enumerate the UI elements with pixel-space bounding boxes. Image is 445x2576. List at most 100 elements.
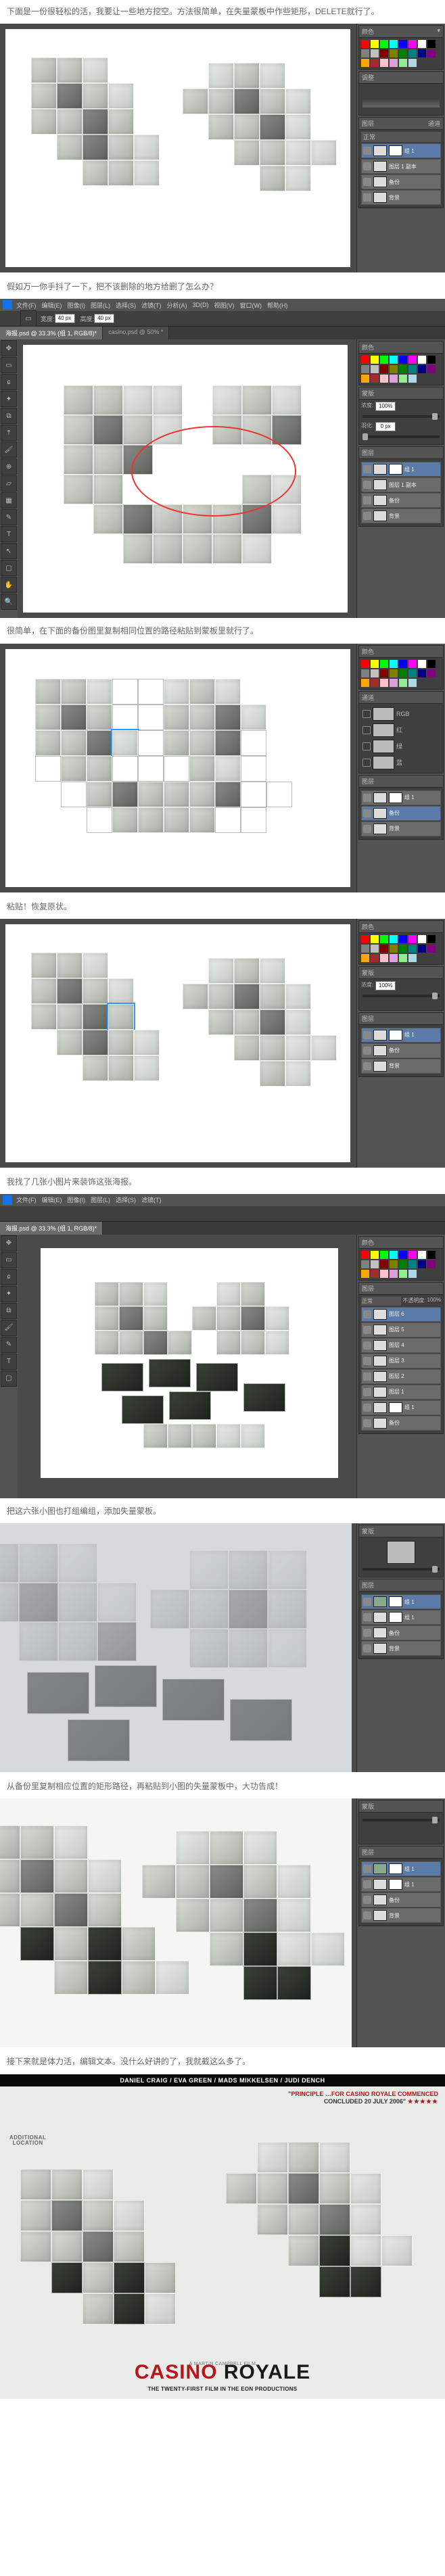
color-swatch[interactable] (427, 935, 436, 943)
layer-row[interactable]: 背景 (361, 1908, 441, 1923)
menu-item[interactable]: 分析(A) (167, 301, 187, 310)
color-swatch[interactable] (380, 945, 388, 953)
color-swatch[interactable] (427, 1260, 436, 1268)
panel-tab[interactable]: 图层 (362, 1014, 374, 1023)
color-swatch[interactable] (390, 1260, 398, 1268)
color-swatch[interactable] (380, 660, 388, 668)
color-swatch[interactable] (399, 935, 407, 943)
feather-input[interactable]: 0 px (375, 422, 396, 431)
menu-item[interactable]: 编辑(E) (42, 301, 62, 310)
blend-mode[interactable]: 正常 (361, 132, 441, 142)
layer-row[interactable]: 备份 (361, 493, 441, 508)
menu-item[interactable]: 滤镜(T) (141, 301, 162, 310)
color-swatch[interactable] (408, 1270, 417, 1278)
layer-row[interactable]: 备份 (361, 1416, 441, 1431)
color-swatch[interactable] (390, 356, 398, 364)
layer-row[interactable]: 组 1 (361, 1610, 441, 1625)
color-swatch[interactable] (361, 935, 369, 943)
color-swatch[interactable] (408, 375, 417, 383)
color-swatch[interactable] (390, 954, 398, 962)
color-swatch[interactable] (418, 1260, 426, 1268)
crop-tool-icon[interactable]: ⧉ (1, 408, 17, 424)
layer-row[interactable]: 图层 4 (361, 1338, 441, 1353)
color-swatch[interactable] (408, 669, 417, 677)
stamp-tool-icon[interactable]: ⊕ (1, 458, 17, 475)
move-tool-icon[interactable]: ✥ (1, 1235, 17, 1251)
color-swatch[interactable] (380, 40, 388, 48)
color-swatch[interactable] (361, 1251, 369, 1259)
layer-row[interactable]: 图层 5 (361, 1322, 441, 1337)
color-swatch[interactable] (371, 945, 379, 953)
channel-rgb[interactable]: RGB (361, 706, 441, 722)
color-swatch[interactable] (371, 1270, 379, 1278)
zoom-tool-icon[interactable]: 🔍 (1, 594, 17, 610)
height-input[interactable]: 40 px (94, 314, 114, 323)
color-swatch[interactable] (427, 669, 436, 677)
channel-blue[interactable]: 蓝 (361, 755, 441, 771)
visibility-icon[interactable] (363, 147, 371, 155)
panel-tab[interactable]: 通道 (362, 693, 374, 702)
color-swatch[interactable] (361, 660, 369, 668)
color-swatch[interactable] (371, 40, 379, 48)
menu-item[interactable]: 图像(I) (68, 301, 86, 310)
panel-tab[interactable]: 颜色 (362, 343, 374, 352)
layer-row[interactable]: 图层 6 (361, 1307, 441, 1322)
panel-tab[interactable]: 图层 (362, 119, 374, 128)
color-swatch[interactable] (399, 945, 407, 953)
color-swatch[interactable] (399, 1270, 407, 1278)
color-swatch[interactable] (390, 1270, 398, 1278)
color-swatch[interactable] (371, 660, 379, 668)
color-swatch[interactable] (390, 1251, 398, 1259)
layer-row[interactable]: 背景 (361, 190, 441, 205)
layer-row[interactable]: 组 1 (361, 1877, 441, 1892)
color-swatch[interactable] (380, 1270, 388, 1278)
color-swatch[interactable] (380, 1251, 388, 1259)
color-swatch[interactable] (399, 59, 407, 67)
panel-tab[interactable]: 图层 (362, 777, 374, 786)
panel-tab[interactable]: 颜色 (362, 1238, 374, 1247)
menu-item[interactable]: 图层(L) (91, 1195, 110, 1204)
color-swatch[interactable] (390, 660, 398, 668)
color-swatch[interactable] (361, 1260, 369, 1268)
color-swatch[interactable] (418, 40, 426, 48)
brush-tool-icon[interactable]: 🖌 (1, 442, 17, 458)
panel-tab[interactable]: 图层 (362, 1848, 374, 1857)
type-tool-icon[interactable]: T (1, 526, 17, 542)
visibility-icon[interactable] (363, 178, 371, 186)
color-swatch[interactable] (427, 945, 436, 953)
layer-row[interactable]: 图层 2 (361, 1369, 441, 1384)
layer-row[interactable]: 备份 (361, 806, 441, 821)
menu-item[interactable]: 图像(I) (68, 1195, 86, 1204)
layer-row[interactable]: 背景 (361, 1641, 441, 1656)
menu-item[interactable]: 文件(F) (16, 1195, 37, 1204)
channel-green[interactable]: 绿 (361, 738, 441, 755)
color-swatch[interactable] (418, 1251, 426, 1259)
color-swatch[interactable] (399, 1260, 407, 1268)
tool-preset[interactable]: ▭ (20, 310, 37, 327)
layer-row[interactable]: 组 1 (361, 1861, 441, 1876)
color-swatch[interactable] (408, 365, 417, 373)
color-swatch[interactable] (390, 935, 398, 943)
layer-row[interactable]: 背景 (361, 821, 441, 836)
visibility-icon[interactable] (363, 162, 371, 170)
color-swatch[interactable] (399, 365, 407, 373)
color-swatch[interactable] (408, 1260, 417, 1268)
layer-row[interactable]: 备份 (361, 174, 441, 189)
layer-row[interactable]: 备份 (361, 1043, 441, 1058)
panel-tab[interactable]: 通道 (428, 119, 440, 128)
color-swatch[interactable] (361, 40, 369, 48)
color-swatch[interactable] (408, 935, 417, 943)
layer-row[interactable]: 图层 1 副本 (361, 159, 441, 174)
menu-item[interactable]: 选择(S) (116, 301, 136, 310)
layer-row[interactable]: 图层 1 (361, 1385, 441, 1400)
layer-row[interactable]: 组 1 (361, 790, 441, 805)
wand-tool-icon[interactable]: ✦ (1, 391, 17, 407)
color-swatch[interactable] (371, 49, 379, 57)
document-tab[interactable]: casino.psd @ 50% * (103, 327, 169, 339)
channel-red[interactable]: 红 (361, 722, 441, 738)
color-swatch[interactable] (399, 375, 407, 383)
color-swatch[interactable] (361, 356, 369, 364)
color-swatch[interactable] (427, 1251, 436, 1259)
menu-item[interactable]: 帮助(H) (267, 301, 288, 310)
color-swatch[interactable] (390, 679, 398, 687)
